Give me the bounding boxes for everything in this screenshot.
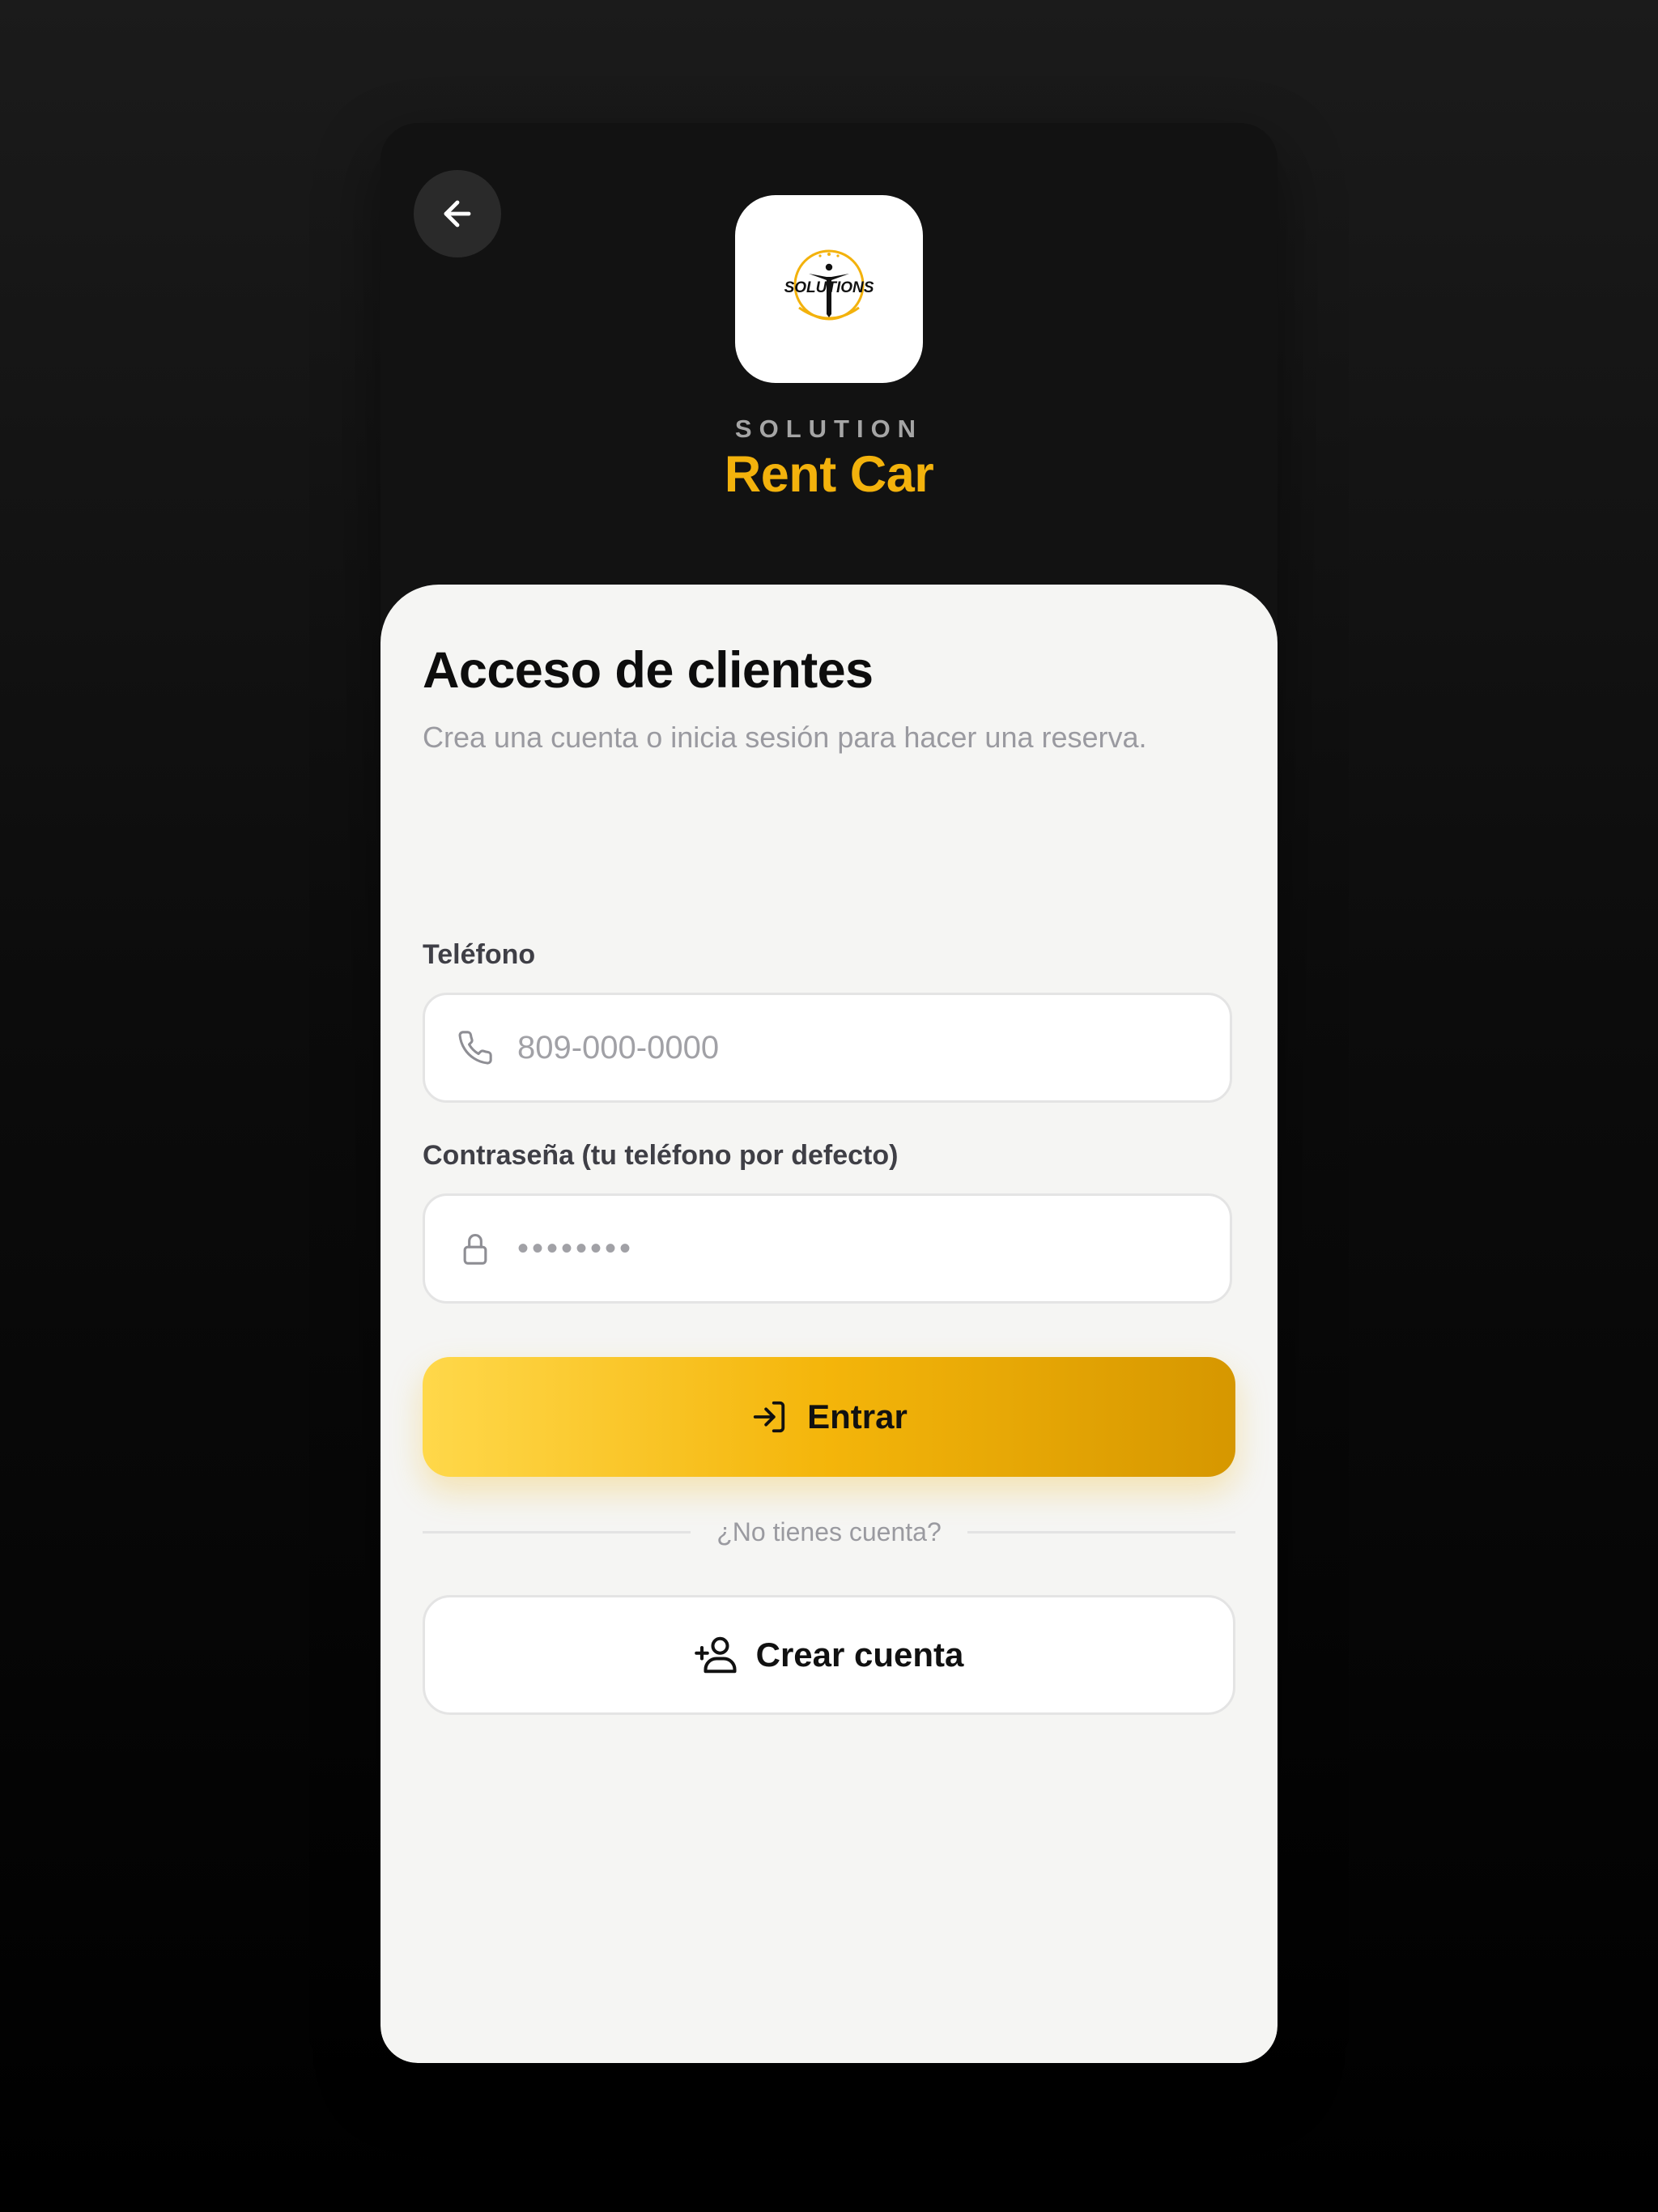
phone-icon [456, 1028, 495, 1067]
login-button[interactable]: Entrar [423, 1357, 1235, 1477]
phone-label: Teléfono [423, 939, 536, 970]
password-input[interactable]: •••••••• [423, 1193, 1232, 1304]
phone-input[interactable]: 809-000-0000 [423, 993, 1232, 1103]
divider-line-right [967, 1530, 1235, 1534]
login-card: Acceso de clientes Crea una cuenta o ini… [380, 585, 1278, 2063]
login-icon [753, 1401, 785, 1433]
password-placeholder: •••••••• [517, 1230, 635, 1266]
divider-text: ¿No tienes cuenta? [716, 1516, 942, 1546]
page-subtitle: Crea una cuenta o inicia sesión para hac… [423, 721, 1147, 754]
phone-placeholder: 809-000-0000 [517, 1029, 720, 1066]
page-title: Acceso de clientes [423, 642, 874, 699]
solutions-logo-image: SOLUTIONS [784, 249, 874, 321]
login-button-label: Entrar [807, 1397, 908, 1436]
user-plus-icon [694, 1636, 737, 1674]
brand-name: Rent Car [724, 446, 934, 503]
create-account-label: Crear cuenta [755, 1636, 964, 1674]
divider-line-left [423, 1530, 691, 1534]
divider: ¿No tienes cuenta? [423, 1514, 1235, 1550]
app-screen: SOLUTIONS SOLUTION Rent Car Acceso de cl… [380, 123, 1278, 2063]
password-label: Contraseña (tu teléfono por defecto) [423, 1140, 899, 1171]
back-button[interactable] [414, 170, 501, 257]
create-account-button[interactable]: Crear cuenta [423, 1595, 1235, 1715]
brand-eyebrow: SOLUTION [734, 415, 924, 443]
arrow-left-icon [444, 200, 471, 228]
lock-icon [456, 1229, 495, 1268]
brand-logo: SOLUTIONS [735, 195, 923, 383]
